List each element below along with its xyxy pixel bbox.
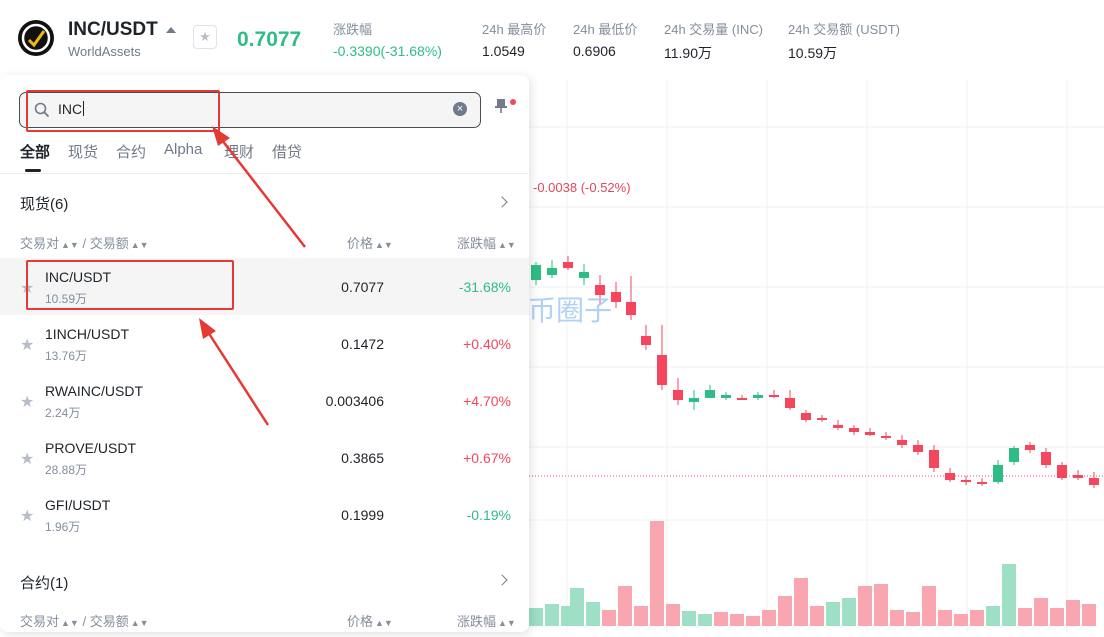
annotation-arrows bbox=[199, 126, 306, 426]
